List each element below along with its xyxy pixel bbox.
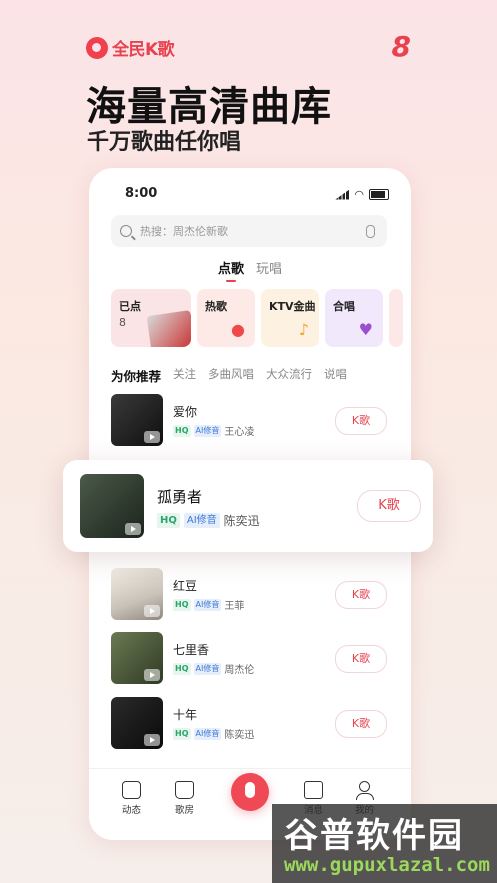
ai-badge: AI修音 [193,662,222,675]
sing-button[interactable]: K歌 [357,490,421,522]
song-artist: 周杰伦 [224,665,255,676]
music-note-icon: ♪ [298,320,309,339]
nav-room[interactable]: 歌房 [175,781,194,816]
subtab-multi-style[interactable]: 多曲风唱 [208,366,254,385]
song-meta: HQ AI修音 王心凌 [173,423,254,438]
card-hot[interactable]: 热歌 ● [197,289,255,347]
user-icon [359,781,370,792]
song-row[interactable]: 红豆 HQ AI修音 王菲 K歌 [111,568,387,622]
hq-badge: HQ [157,513,180,528]
play-icon[interactable] [125,523,141,535]
nav-label: 动态 [122,805,142,816]
category-cards: 已点 8 热歌 ● KTV金曲 ♪ 合唱 ♥ [111,289,403,347]
fire-icon: ● [231,320,245,339]
ai-badge: AI修音 [193,727,222,740]
status-time: 8:00 [125,186,158,201]
song-meta: HQ AI修音 王菲 [173,597,244,612]
user-icon-body [355,793,374,800]
sing-button[interactable]: K歌 [335,581,387,609]
tab-diange[interactable]: 点歌 [218,258,244,282]
subtab-recommend[interactable]: 为你推荐 [111,366,161,385]
song-cover [111,632,163,684]
watermark: 谷普软件园 www.gupuxlazal.com [272,804,497,883]
song-title: 孤勇者 [157,488,203,506]
main-tabs: 点歌 玩唱 [89,258,411,282]
song-cover [80,474,144,538]
subtab-rap[interactable]: 说唱 [324,366,347,385]
sing-button[interactable]: K歌 [335,407,387,435]
card-count: 8 [119,316,126,329]
brand: 全民K歌 [86,35,175,60]
status-icons: ◠ [335,188,389,201]
battery-icon [369,189,389,200]
ai-badge: AI修音 [183,513,220,528]
song-artist: 王心凌 [224,427,255,438]
signal-icon [335,189,350,200]
hq-badge: HQ [173,727,191,740]
search-icon [120,225,132,237]
search-placeholder: 热搜：周杰伦新歌 [140,225,228,238]
mail-icon [304,781,323,799]
sing-button[interactable]: K歌 [335,710,387,738]
song-row[interactable]: 七里香 HQ AI修音 周杰伦 K歌 [111,632,387,686]
ai-badge: AI修音 [193,598,222,611]
nav-label: 歌房 [175,805,195,816]
tab-wanchang[interactable]: 玩唱 [256,258,282,277]
song-meta: HQ AI修音 陈奕迅 [157,512,260,529]
subtab-follow[interactable]: 关注 [173,366,196,385]
album-stack-image [146,310,191,347]
song-cover [111,394,163,446]
song-title: 七里香 [173,643,210,657]
hq-badge: HQ [173,598,191,611]
card-label: 已点 [119,300,141,313]
brand-name: 全民K歌 [112,40,175,60]
card-ktv[interactable]: KTV金曲 ♪ [261,289,319,347]
hq-badge: HQ [173,662,191,675]
play-icon[interactable] [144,669,160,681]
song-artist: 陈奕迅 [223,514,260,528]
card-chorus[interactable]: 合唱 ♥ [325,289,383,347]
version-mark: 8 [391,30,411,63]
hero-subtitle: 千万歌曲任你唱 [87,130,242,155]
play-icon[interactable] [144,734,160,746]
sub-tabs: 为你推荐 关注 多曲风唱 大众流行 说唱 [111,366,347,385]
song-meta: HQ AI修音 周杰伦 [173,661,254,676]
watermark-title: 谷普软件园 [284,816,464,856]
mic-icon[interactable] [366,224,375,238]
card-label: 合唱 [333,300,355,313]
card-ordered[interactable]: 已点 8 [111,289,191,347]
play-icon[interactable] [144,431,160,443]
sing-button[interactable]: K歌 [335,645,387,673]
app-logo-icon [86,36,108,59]
song-cover [111,697,163,749]
song-title: 爱你 [173,405,198,419]
search-input[interactable]: 热搜：周杰伦新歌 [111,215,387,247]
subtab-pop[interactable]: 大众流行 [266,366,312,385]
card-more[interactable] [389,289,403,347]
song-artist: 王菲 [224,601,245,612]
nav-feed[interactable]: 动态 [122,781,141,816]
wifi-icon: ◠ [354,188,364,201]
song-title: 红豆 [173,579,198,593]
song-artist: 陈奕迅 [224,730,255,741]
song-row[interactable]: 十年 HQ AI修音 陈奕迅 K歌 [111,697,387,751]
song-row[interactable]: 爱你 HQ AI修音 王心凌 K歌 [111,394,387,448]
play-icon[interactable] [144,605,160,617]
ai-badge: AI修音 [193,424,222,437]
song-title: 十年 [173,708,198,722]
card-label: KTV金曲 [269,300,316,313]
watermark-url: www.gupuxlazal.com [284,854,490,876]
featured-song-card[interactable]: 孤勇者 HQ AI修音 陈奕迅 K歌 [63,460,433,552]
hq-badge: HQ [173,424,191,437]
sing-mic-button[interactable] [231,773,269,811]
song-meta: HQ AI修音 陈奕迅 [173,726,254,741]
house-icon [175,781,194,799]
song-cover [111,568,163,620]
heart-icon: ♥ [358,320,373,339]
card-label: 热歌 [205,300,227,313]
chat-icon [122,781,141,799]
